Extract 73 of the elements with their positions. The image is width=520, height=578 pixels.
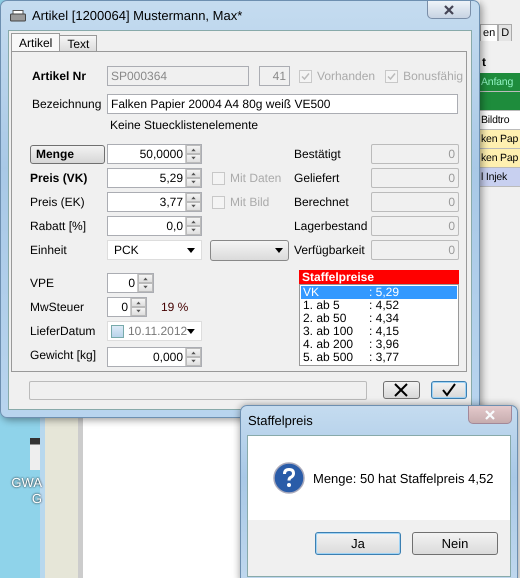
number-field[interactable]: 0	[107, 273, 154, 293]
dropdown-arrow-icon	[187, 328, 195, 334]
field-label: Lagerbestand	[294, 219, 368, 233]
date-picker[interactable]: 10.11.2012	[107, 321, 202, 341]
dialog-button[interactable]: Nein	[412, 532, 498, 555]
close-button[interactable]	[427, 1, 471, 19]
table-row[interactable]: ken Pap	[480, 130, 520, 149]
readonly-field: 0	[371, 240, 459, 260]
readonly-field: 0	[371, 168, 459, 188]
field-label: Preis (EK)	[30, 195, 86, 209]
readonly-field: 0	[371, 144, 459, 164]
printer-icon	[10, 10, 26, 22]
dropdown-arrow-icon	[187, 248, 195, 252]
field-label: Einheit	[30, 243, 68, 257]
list-item[interactable]: 2. ab 50 : 4,34	[301, 312, 457, 325]
close-icon	[443, 4, 455, 14]
check-icon	[440, 383, 457, 397]
field-label: Gewicht [kg]	[30, 348, 98, 362]
dialog-message: Menge: 50 hat Staffelpreis 4,52	[313, 470, 494, 486]
readonly-field: 0	[371, 216, 459, 236]
check-icon	[301, 72, 310, 80]
field-label: MwSteuer	[30, 300, 86, 314]
tab[interactable]: D	[498, 24, 512, 41]
field-label: LieferDatum	[30, 324, 96, 338]
quantity-button[interactable]: Menge	[30, 144, 105, 164]
window-title: Artikel [1200064] Mustermann, Max*	[32, 8, 244, 23]
close-icon	[393, 383, 410, 397]
field-label: Verfügbarkeit	[294, 243, 366, 257]
dialog-title: Staffelpreis	[248, 413, 314, 428]
question-icon	[273, 462, 305, 494]
number-field[interactable]: 0,0	[107, 216, 202, 236]
desktop-icon[interactable]	[30, 438, 40, 470]
number-field[interactable]: 3,77	[107, 192, 202, 212]
table-row[interactable]	[480, 92, 520, 111]
table-row[interactable]: l Injek	[480, 168, 520, 187]
parts-list-note: Keine Stuecklistenelemente	[110, 118, 258, 132]
field-label: Preis (VK)	[30, 171, 88, 185]
number-field[interactable]: 5,29	[107, 168, 202, 188]
field-label: Berechnet	[294, 195, 350, 209]
cancel-button[interactable]	[383, 381, 420, 399]
list-item[interactable]: 5. ab 500 : 3,77	[301, 351, 457, 364]
tab[interactable]: Artikel	[11, 33, 60, 51]
tab[interactable]: en	[480, 24, 498, 41]
dropdown-arrow-icon	[275, 248, 283, 252]
list-item[interactable]: 4. ab 200 : 3,96	[301, 338, 457, 351]
number-field[interactable]: 0	[107, 297, 147, 317]
close-icon	[484, 410, 496, 420]
check-icon	[387, 72, 396, 80]
tab[interactable]: Text	[59, 35, 98, 51]
table-row[interactable]: ken Pap	[480, 149, 520, 168]
dialog-button[interactable]: Ja	[315, 532, 401, 555]
field-label: Bestätigt	[294, 147, 342, 161]
dropdown[interactable]	[210, 240, 289, 260]
number-field[interactable]: 50,0000	[107, 144, 202, 164]
icon-label: G	[32, 491, 42, 507]
list-item[interactable]: 1. ab 5 : 4,52	[301, 299, 457, 312]
unit-dropdown[interactable]: PCK	[107, 240, 202, 260]
field-label: Bezeichnung	[31, 97, 102, 111]
table-row[interactable]: Bildtro	[480, 111, 520, 130]
checkbox[interactable]	[111, 324, 124, 338]
tax-rate: 19 %	[161, 300, 188, 314]
number-field[interactable]: 0,000	[107, 347, 202, 367]
field-label: Geliefert	[294, 171, 340, 185]
field-label: Artikel Nr	[31, 69, 88, 83]
list-header: Staffelpreise	[299, 270, 459, 284]
field-label: Rabatt [%]	[30, 219, 88, 233]
field-label: VPE	[30, 276, 56, 290]
readonly-field: 0	[371, 192, 459, 212]
column-header: t	[481, 54, 487, 71]
list-item[interactable]: 3. ab 100 : 4,15	[301, 325, 457, 338]
description-field[interactable]: Falken Papier 20004 A4 80g weiß VE500	[107, 94, 458, 114]
icon-label: GWA	[11, 475, 42, 491]
ok-button[interactable]	[430, 381, 467, 399]
